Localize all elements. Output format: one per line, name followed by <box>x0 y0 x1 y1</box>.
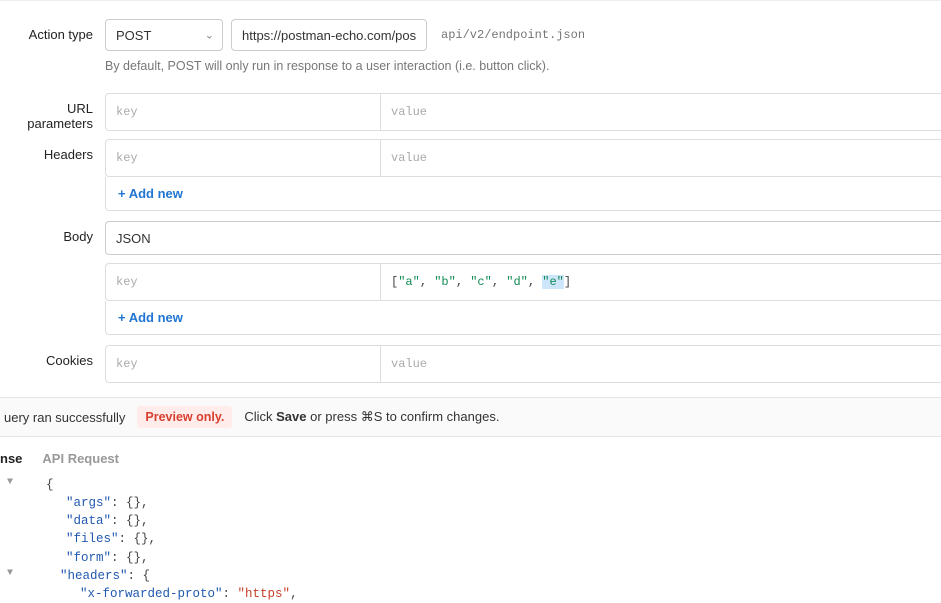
method-hint: By default, POST will only run in respon… <box>105 59 941 73</box>
base-url-input[interactable] <box>231 19 427 51</box>
table-row <box>106 140 941 176</box>
path-input[interactable] <box>435 19 941 51</box>
cookies-label: Cookies <box>0 345 105 368</box>
headers-table <box>105 139 941 177</box>
url-params-table <box>105 93 941 131</box>
preview-only-badge: Preview only. <box>137 406 232 428</box>
status-success-text: uery ran successfully <box>4 410 125 425</box>
status-bar: uery ran successfully Preview only. Clic… <box>0 397 941 437</box>
url-param-key-input[interactable] <box>116 94 370 130</box>
header-value-input[interactable] <box>391 140 931 176</box>
save-hint-text: Click Save or press ⌘S to confirm change… <box>244 409 499 425</box>
table-row: ["a", "b", "c", "d", "e"] <box>106 264 941 300</box>
body-format-select[interactable]: JSON <box>105 221 941 255</box>
method-select-value: POST <box>116 28 151 43</box>
tab-api-request[interactable]: API Request <box>42 451 119 466</box>
response-tabs: nse API Request <box>0 437 941 476</box>
body-json-value: ["a", "b", "c", "d", "e"] <box>391 275 571 289</box>
tab-response[interactable]: nse <box>0 451 22 466</box>
url-params-label: URL parameters <box>0 93 105 131</box>
method-select[interactable]: POST ⌄ <box>105 19 223 51</box>
json-toggle-icon[interactable]: ▼ <box>4 567 16 585</box>
action-type-label: Action type <box>0 19 105 42</box>
body-add-new-button[interactable]: + Add new <box>105 301 941 335</box>
url-param-value-input[interactable] <box>391 94 931 130</box>
body-table: ["a", "b", "c", "d", "e"] <box>105 263 941 301</box>
body-label: Body <box>0 221 105 244</box>
chevron-down-icon: ⌄ <box>205 29 214 42</box>
body-value-cell[interactable]: ["a", "b", "c", "d", "e"] <box>381 264 941 300</box>
headers-label: Headers <box>0 139 105 162</box>
cookie-value-input[interactable] <box>391 346 931 382</box>
body-key-input[interactable] <box>116 264 370 300</box>
response-json-viewer: ▼{ "args": {}, "data": {}, "files": {}, … <box>0 476 941 603</box>
headers-add-new-button[interactable]: + Add new <box>105 177 941 211</box>
table-row <box>106 346 941 382</box>
cookie-key-input[interactable] <box>116 346 370 382</box>
header-key-input[interactable] <box>116 140 370 176</box>
cookies-table <box>105 345 941 383</box>
json-toggle-icon[interactable]: ▼ <box>4 476 16 494</box>
table-row <box>106 94 941 130</box>
